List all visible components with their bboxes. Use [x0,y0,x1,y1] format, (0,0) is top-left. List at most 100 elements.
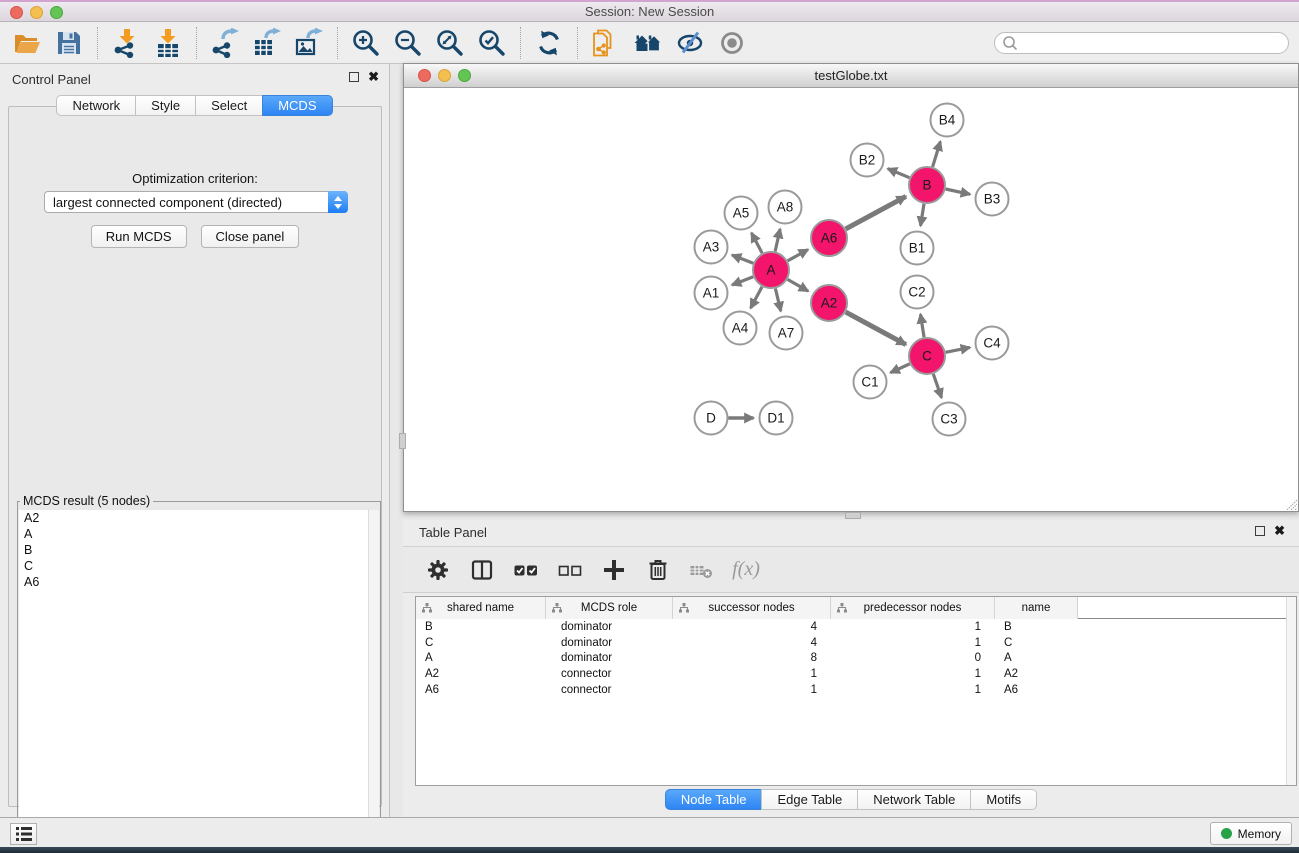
node-B2[interactable]: B2 [851,144,884,177]
zoom-selected-icon[interactable] [471,24,513,62]
close-panel-button[interactable]: Close panel [201,225,300,248]
node-A6[interactable]: A6 [811,220,847,256]
cell-predecessor-nodes[interactable]: 0 [831,652,995,664]
table-row[interactable]: A6connector11A6 [416,682,1296,698]
cell-shared-name[interactable]: C [416,637,546,649]
cell-shared-name[interactable]: A6 [416,684,546,696]
edge-A-A7[interactable] [775,288,780,311]
show-eye-icon[interactable] [711,24,753,62]
edge-C-C4[interactable] [946,347,970,352]
cell-shared-name[interactable]: A2 [416,668,546,680]
criterion-select[interactable]: largest connected component (directed) [44,191,348,213]
edge-C-C3[interactable] [933,374,941,398]
table-body[interactable]: Bdominator41BCdominator41CAdominator80AA… [416,619,1296,698]
toggle-column-view-icon[interactable] [467,555,497,585]
mcds-result-item[interactable]: B [19,542,379,558]
close-panel-icon[interactable]: ✖ [1274,526,1285,536]
node-A2[interactable]: A2 [811,285,847,321]
table-row[interactable]: Adominator80A [416,651,1296,667]
task-history-button[interactable] [10,823,37,845]
cell-successor-nodes[interactable]: 4 [673,637,831,649]
column-header-MCDS-role[interactable]: MCDS role [546,597,673,619]
node-B3[interactable]: B3 [976,183,1009,216]
edge-A6-B[interactable] [846,196,906,229]
float-panel-icon[interactable] [349,72,359,82]
node-B[interactable]: B [909,167,945,203]
node-C2[interactable]: C2 [901,276,934,309]
node-A5[interactable]: A5 [725,197,758,230]
run-mcds-button[interactable]: Run MCDS [91,225,187,248]
export-network-icon[interactable] [204,24,246,62]
mcds-result-list[interactable]: A2ABCA6 [19,510,379,831]
import-network-icon[interactable] [105,24,147,62]
tab-style[interactable]: Style [135,95,196,116]
node-table[interactable]: shared nameMCDS rolesuccessor nodesprede… [415,596,1297,786]
cell-predecessor-nodes[interactable]: 1 [831,684,995,696]
node-C[interactable]: C [909,338,945,374]
home-icon[interactable] [627,24,669,62]
network-window-titlebar[interactable]: testGlobe.txt [404,64,1298,88]
search-input[interactable] [1019,34,1288,52]
cell-MCDS-role[interactable]: connector [546,684,673,696]
edge-A-A6[interactable] [788,250,808,261]
edge-A-A4[interactable] [751,287,762,308]
cell-successor-nodes[interactable]: 4 [673,621,831,633]
edge-B-B4[interactable] [933,142,941,167]
table-row[interactable]: Cdominator41C [416,635,1296,651]
cell-MCDS-role[interactable]: dominator [546,637,673,649]
mcds-list-scrollbar[interactable] [368,510,379,831]
cell-name[interactable]: A2 [995,668,1078,680]
zoom-fit-icon[interactable] [429,24,471,62]
column-header-shared-name[interactable]: shared name [416,597,546,619]
edge-C-C1[interactable] [890,364,909,373]
cell-successor-nodes[interactable]: 1 [673,684,831,696]
column-header-name[interactable]: name [995,597,1078,619]
cell-shared-name[interactable]: B [416,621,546,633]
float-panel-icon[interactable] [1255,526,1265,536]
cell-name[interactable]: A6 [995,684,1078,696]
edge-B-B1[interactable] [921,204,924,226]
refresh-layout-icon[interactable] [528,24,570,62]
save-session-icon[interactable] [48,24,90,62]
select-all-icon[interactable] [511,555,541,585]
import-table-icon[interactable] [147,24,189,62]
tab-node-table[interactable]: Node Table [665,789,763,810]
table-row[interactable]: A2connector11A2 [416,666,1296,682]
search-field[interactable] [994,32,1289,54]
edge-B-B2[interactable] [888,169,910,178]
zoom-in-icon[interactable] [345,24,387,62]
cell-predecessor-nodes[interactable]: 1 [831,668,995,680]
edge-A-A2[interactable] [788,279,809,291]
node-B4[interactable]: B4 [931,104,964,137]
export-table-icon[interactable] [246,24,288,62]
split-divider-handle[interactable] [845,512,861,519]
node-A[interactable]: A [753,252,789,288]
delete-table-icon[interactable] [687,555,717,585]
tab-edge-table[interactable]: Edge Table [761,789,858,810]
node-A8[interactable]: A8 [769,191,802,224]
cell-name[interactable]: A [995,652,1078,664]
table-scrollbar[interactable] [1286,597,1296,785]
edge-C-C2[interactable] [920,314,924,337]
zoom-out-icon[interactable] [387,24,429,62]
edge-A-A1[interactable] [732,277,753,285]
column-header-predecessor-nodes[interactable]: predecessor nodes [831,597,995,619]
edge-A-A5[interactable] [751,233,762,253]
delete-column-icon[interactable] [643,555,673,585]
cell-successor-nodes[interactable]: 1 [673,668,831,680]
network-canvas[interactable]: AA1A2A3A4A5A6A7A8BB1B2B3B4CC1C2C3C4DD1 [404,89,1298,511]
open-session-icon[interactable] [6,24,48,62]
node-D1[interactable]: D1 [760,402,793,435]
node-A1[interactable]: A1 [695,277,728,310]
node-A4[interactable]: A4 [724,312,757,345]
cell-successor-nodes[interactable]: 8 [673,652,831,664]
node-D[interactable]: D [695,402,728,435]
settings-gear-icon[interactable] [423,555,453,585]
column-header-successor-nodes[interactable]: successor nodes [673,597,831,619]
create-column-icon[interactable] [599,555,629,585]
edge-B-B3[interactable] [946,189,970,194]
edge-A2-C[interactable] [846,312,906,345]
table-header-row[interactable]: shared nameMCDS rolesuccessor nodesprede… [416,597,1296,619]
cell-predecessor-nodes[interactable]: 1 [831,637,995,649]
tab-network-table[interactable]: Network Table [857,789,971,810]
